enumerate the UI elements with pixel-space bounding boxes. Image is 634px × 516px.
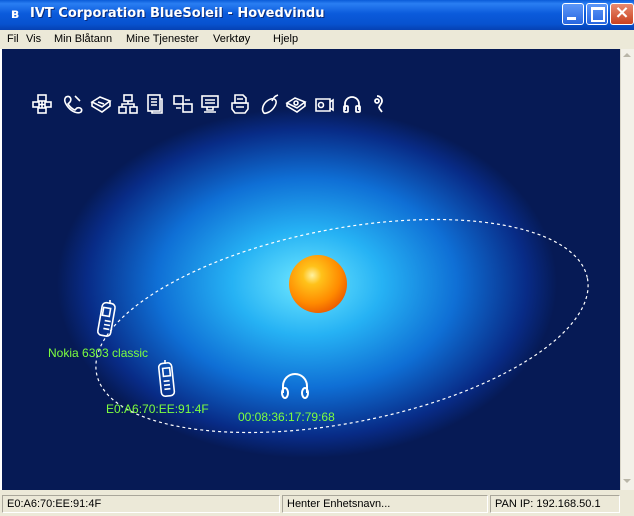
menu-hjelp[interactable]: Hjelp <box>273 33 298 45</box>
menu-min-blatann[interactable]: Min Blåtann <box>54 33 112 45</box>
local-device-sun[interactable] <box>289 255 347 313</box>
menu-verktoy[interactable]: Verktøy <box>213 33 250 45</box>
scroll-up-icon[interactable] <box>623 53 631 57</box>
title-bar[interactable]: ʙ IVT Corporation BlueSoleil - Hovedvind… <box>0 0 634 30</box>
status-message: Henter Enhetsnavn... <box>282 495 488 513</box>
headphones-icon[interactable] <box>278 371 312 405</box>
menu-mine-tjenester[interactable]: Mine Tjenester <box>126 33 199 45</box>
device-canvas[interactable]: Nokia 6303 classic E0:A6:70:EE:91:4F 00:… <box>2 49 620 490</box>
menu-fil[interactable]: Fil <box>7 33 19 45</box>
close-button[interactable]: × <box>610 2 634 25</box>
mobile-phone-icon[interactable] <box>156 359 178 403</box>
menu-vis[interactable]: Vis <box>26 33 41 45</box>
window-title: IVT Corporation BlueSoleil - Hovedvindu <box>30 6 325 21</box>
vertical-scrollbar[interactable] <box>620 49 634 490</box>
bluetooth-icon: ʙ <box>10 7 20 22</box>
status-bar: E0:A6:70:EE:91:4F Henter Enhetsnavn... P… <box>0 490 634 516</box>
device-label-e0: E0:A6:70:EE:91:4F <box>106 402 209 416</box>
close-icon: × <box>614 2 630 23</box>
device-label-headphones: 00:08:36:17:79:68 <box>238 410 335 424</box>
menu-bar: Fil Vis Min Blåtann Mine Tjenester Verkt… <box>0 30 634 49</box>
device-label-nokia: Nokia 6303 classic <box>48 346 149 360</box>
mobile-phone-icon[interactable] <box>96 299 118 343</box>
status-pan-ip: PAN IP: 192.168.50.1 <box>490 495 620 513</box>
status-address: E0:A6:70:EE:91:4F <box>2 495 280 513</box>
scroll-down-icon[interactable] <box>623 479 631 483</box>
minimize-button[interactable] <box>562 3 584 25</box>
maximize-button[interactable] <box>586 3 608 25</box>
